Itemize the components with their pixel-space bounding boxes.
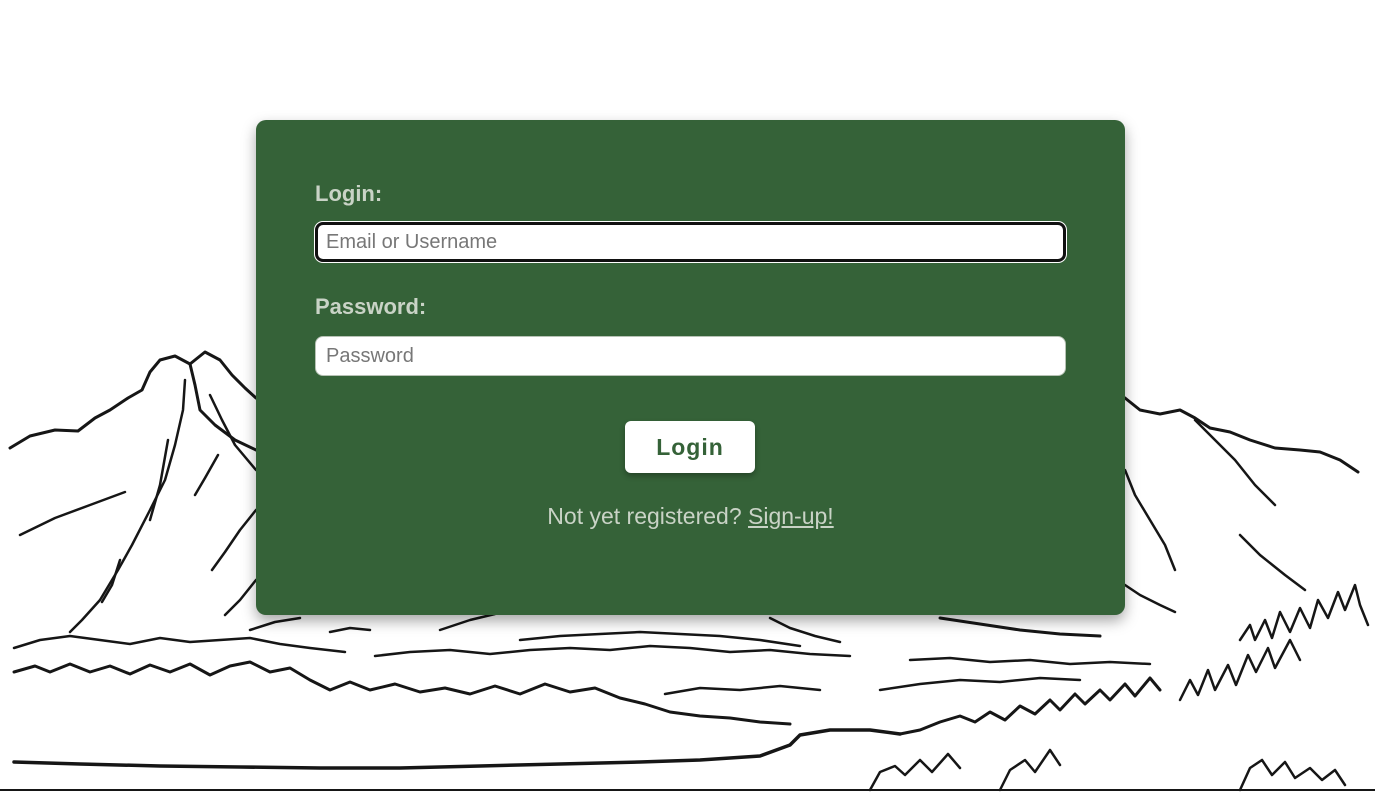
login-label: Login: [315,181,383,206]
email-username-input[interactable] [315,222,1066,262]
register-prompt-row: Not yet registered? Sign-up! [256,503,1125,530]
password-input[interactable] [315,336,1066,376]
register-prompt-text: Not yet registered? [547,503,742,529]
login-button[interactable]: Login [625,421,755,473]
signup-link[interactable]: Sign-up! [748,503,834,529]
password-label: Password: [315,294,427,319]
login-card: Login: Password: Login Not yet registere… [256,120,1125,615]
